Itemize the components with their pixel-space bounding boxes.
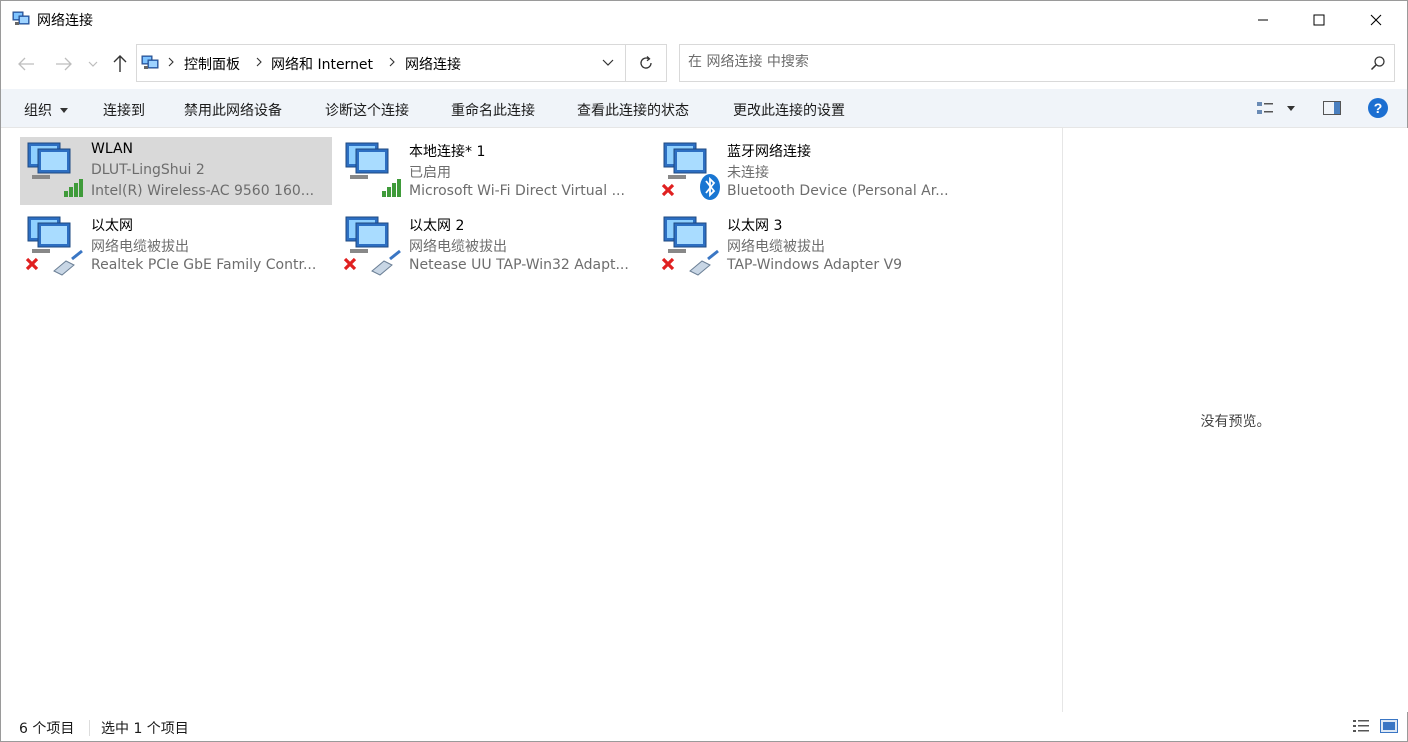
connection-status: 网络电缆被拔出 (727, 239, 825, 255)
search-icon[interactable] (1370, 55, 1386, 71)
organize-label: 组织 (24, 103, 52, 119)
connection-device: Netease UU TAP-Win32 Adapt... (409, 257, 629, 273)
status-divider (89, 720, 90, 736)
connect-to-button[interactable]: 连接到 (103, 100, 145, 120)
selected-count: 选中 1 个项目 (101, 721, 189, 737)
no-preview-text: 没有预览。 (1200, 414, 1271, 430)
connection-name: WLAN (91, 141, 134, 157)
preview-pane: 没有预览。 (1062, 128, 1408, 712)
ethernet-adapter-icon (24, 213, 88, 277)
address-bar[interactable]: 控制面板 网络和 Internet 网络连接 (136, 44, 626, 82)
search-input[interactable] (688, 54, 1338, 70)
wireless-adapter-icon (24, 139, 88, 203)
up-button[interactable] (109, 52, 131, 76)
connection-device: Microsoft Wi-Fi Direct Virtual ... (409, 183, 625, 199)
breadcrumb-separator-icon[interactable] (255, 55, 265, 69)
forward-button[interactable] (53, 52, 75, 76)
breadcrumb-control-panel[interactable]: 控制面板 (184, 54, 240, 74)
refresh-button[interactable] (625, 44, 667, 82)
connection-item-ethernet-3[interactable]: 以太网 3 网络电缆被拔出 TAP-Windows Adapter V9 (656, 211, 968, 279)
maximize-button[interactable] (1296, 1, 1342, 39)
minimize-button[interactable] (1240, 1, 1286, 39)
connection-device: Bluetooth Device (Personal Ar... (727, 183, 949, 199)
connection-name: 以太网 2 (409, 218, 465, 234)
connection-item-ethernet[interactable]: 以太网 网络电缆被拔出 Realtek PCIe GbE Family Cont… (20, 211, 332, 279)
connection-device: TAP-Windows Adapter V9 (727, 257, 903, 273)
control-panel-network-icon (141, 55, 159, 71)
wireless-adapter-icon (342, 139, 406, 203)
rename-button[interactable]: 重命名此连接 (451, 100, 535, 120)
status-bar: 6 个项目 选中 1 个项目 (1, 712, 1407, 741)
connection-status: 已启用 (409, 165, 451, 181)
view-options-caret-icon[interactable] (1284, 97, 1298, 119)
diagnose-button[interactable]: 诊断这个连接 (325, 100, 409, 120)
network-connections-icon (12, 11, 30, 27)
breadcrumb-network-internet[interactable]: 网络和 Internet (271, 54, 373, 74)
search-box[interactable] (679, 44, 1395, 82)
connection-item-local-connection-1[interactable]: 本地连接* 1 已启用 Microsoft Wi-Fi Direct Virtu… (338, 137, 650, 205)
navigation-row: 控制面板 网络和 Internet 网络连接 (1, 39, 1407, 89)
close-button[interactable] (1353, 1, 1399, 39)
connection-status: 未连接 (727, 165, 769, 181)
ethernet-adapter-icon (342, 213, 406, 277)
svg-text:?: ? (1374, 100, 1383, 116)
help-icon[interactable]: ? (1367, 97, 1389, 119)
connection-item-ethernet-2[interactable]: 以太网 2 网络电缆被拔出 Netease UU TAP-Win32 Adapt… (338, 211, 650, 279)
connection-device: Intel(R) Wireless-AC 9560 160... (91, 183, 315, 199)
explorer-window: 网络连接 控制面板 网络和 Internet 网络连接 在 网络连接 中搜索 组… (0, 0, 1408, 742)
breadcrumb-separator-icon[interactable] (388, 55, 398, 69)
connection-status: DLUT-LingShui 2 (91, 162, 205, 178)
connection-name: 蓝牙网络连接 (727, 144, 811, 160)
connection-name: 以太网 3 (727, 218, 783, 234)
ethernet-adapter-icon (660, 213, 724, 277)
view-status-button[interactable]: 查看此连接的状态 (577, 100, 689, 120)
change-settings-button[interactable]: 更改此连接的设置 (733, 100, 845, 120)
connection-name: 以太网 (91, 218, 133, 234)
disable-device-button[interactable]: 禁用此网络设备 (184, 100, 282, 120)
connections-list: WLAN DLUT-LingShui 2 Intel(R) Wireless-A… (1, 128, 1061, 712)
connection-status: 网络电缆被拔出 (409, 239, 507, 255)
address-history-chevron-icon[interactable] (593, 44, 623, 80)
item-count: 6 个项目 (19, 721, 75, 737)
window-title: 网络连接 (37, 13, 93, 29)
preview-pane-icon[interactable] (1321, 97, 1343, 119)
title-bar: 网络连接 (1, 1, 1407, 39)
refresh-icon (640, 56, 652, 69)
dropdown-caret-icon (60, 108, 69, 113)
recent-locations-chevron-icon[interactable] (85, 52, 101, 76)
connection-item-wlan[interactable]: WLAN DLUT-LingShui 2 Intel(R) Wireless-A… (20, 137, 332, 205)
bluetooth-adapter-icon (660, 139, 724, 203)
breadcrumb-network-connections[interactable]: 网络连接 (405, 54, 461, 74)
change-view-icon[interactable] (1255, 97, 1275, 119)
organize-menu-button[interactable]: 组织 (24, 100, 69, 120)
breadcrumb-separator-icon[interactable] (167, 55, 177, 69)
back-button[interactable] (15, 52, 37, 76)
connection-name: 本地连接* 1 (409, 144, 486, 160)
connection-status: 网络电缆被拔出 (91, 239, 189, 255)
details-view-icon[interactable] (1352, 718, 1370, 734)
large-icons-view-icon[interactable] (1380, 718, 1398, 734)
command-bar: 组织 连接到 禁用此网络设备 诊断这个连接 重命名此连接 查看此连接的状态 更改… (1, 89, 1407, 128)
connection-device: Realtek PCIe GbE Family Contr... (91, 257, 317, 273)
connection-item-bluetooth[interactable]: 蓝牙网络连接 未连接 Bluetooth Device (Personal Ar… (656, 137, 968, 205)
